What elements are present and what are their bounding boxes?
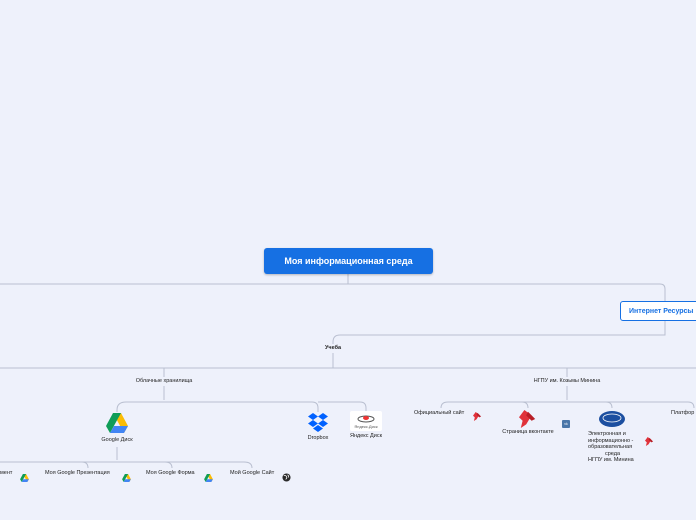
google-site-label: Мой Google Сайт: [230, 470, 275, 476]
google-form-node[interactable]: Моя Google Форма: [146, 470, 195, 476]
dropbox-icon: [308, 413, 328, 432]
platform-label: Платфор: [671, 410, 695, 416]
yandex-disk-label: Яндекс Диск: [350, 433, 382, 439]
yandex-disk-icon: Яндекс.Диск: [354, 415, 378, 429]
svg-text:Яндекс.Диск: Яндекс.Диск: [354, 424, 378, 429]
university-node[interactable]: НГПУ им. Козьмы Минина: [534, 378, 601, 384]
platform-node[interactable]: Платфор: [671, 410, 694, 416]
google-presentation-node[interactable]: Моя Google Презентация: [45, 470, 110, 476]
google-site-node[interactable]: Мой Google Сайт: [230, 470, 274, 476]
google-drive-label: Google Диск: [101, 437, 133, 443]
official-site-node[interactable]: Официальный сайт: [414, 410, 464, 416]
google-form-drive-icon: [204, 469, 213, 487]
study-label: Учеба: [324, 345, 342, 351]
google-drive-node[interactable]: [106, 413, 128, 433]
official-site-label: Официальный сайт: [414, 410, 465, 416]
eios-node[interactable]: [598, 410, 626, 433]
red-pin-icon: [473, 408, 482, 426]
cloud-storage-node[interactable]: Облачные хранилища: [136, 378, 193, 384]
cloud-storage-label: Облачные хранилища: [135, 378, 193, 384]
red-pin-icon: [645, 433, 654, 451]
dropbox-label: Dropbox: [307, 435, 329, 441]
eios-logo-icon: [599, 411, 625, 427]
internet-resources-label: Интернет Ресурсы: [629, 307, 694, 315]
vk-page-label: Страница вконтакте: [502, 429, 554, 435]
yandex-disk-node[interactable]: Яндекс.Диск: [350, 411, 382, 431]
google-doc-label: мент: [0, 470, 13, 476]
google-doc-node[interactable]: мент: [0, 470, 12, 476]
google-presentation-label: Моя Google Презентация: [45, 470, 110, 476]
root-node-label: Моя информационная среда: [284, 256, 413, 266]
vk-icon: vk: [562, 420, 570, 428]
study-node[interactable]: Учеба: [325, 345, 341, 351]
red-pin-icon: [519, 410, 536, 428]
globe-icon: [282, 469, 291, 487]
dropbox-node[interactable]: [308, 412, 328, 432]
eios-label: Электронная и информационно - образовате…: [588, 431, 634, 463]
root-node[interactable]: Моя информационная среда: [264, 248, 433, 274]
university-label: НГПУ им. Козьмы Минина: [533, 378, 601, 384]
internet-resources-node[interactable]: Интернет Ресурсы: [620, 301, 696, 321]
google-doc-drive-icon: [20, 469, 29, 487]
google-drive-icon: [106, 413, 128, 433]
google-presentation-drive-icon: [122, 469, 131, 487]
google-form-label: Моя Google Форма: [146, 470, 195, 476]
